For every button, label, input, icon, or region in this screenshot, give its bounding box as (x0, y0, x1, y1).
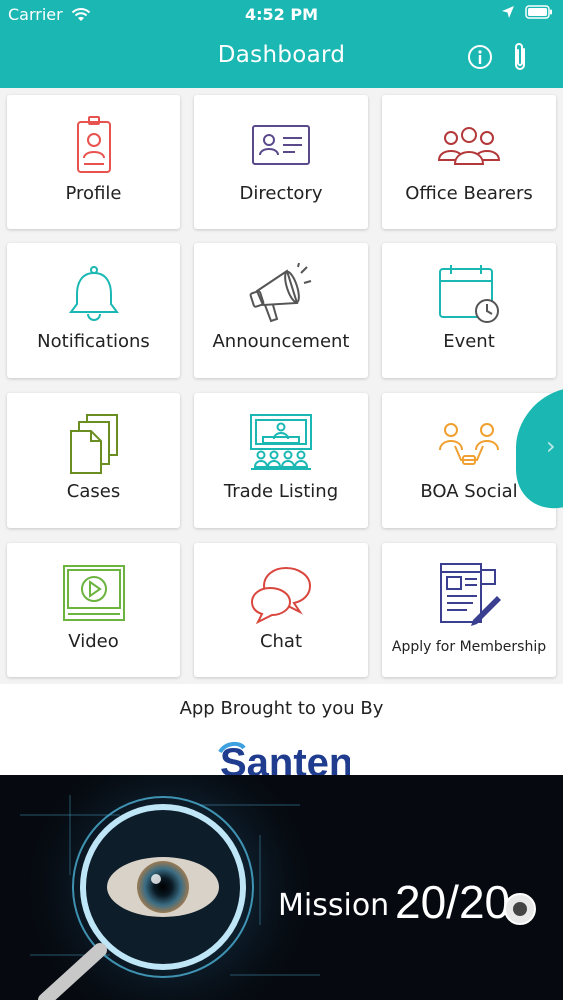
megaphone-icon (249, 263, 312, 323)
documents-icon (69, 414, 118, 474)
tile-label: Apply for Membership (391, 639, 547, 655)
tile-label: Chat (259, 631, 303, 652)
tile-directory[interactable]: Directory (194, 95, 368, 229)
santen-logo: Santen (218, 730, 350, 776)
contact-card-icon (252, 125, 310, 165)
paperclip-icon (515, 43, 525, 70)
presentation-icon (250, 414, 312, 470)
tile-label: Trade Listing (223, 481, 339, 502)
tile-label: Office Bearers (405, 183, 533, 204)
tile-label: Video (68, 631, 119, 652)
tile-label: Notifications (37, 331, 150, 352)
battery-icon (525, 5, 552, 19)
attachment-button[interactable] (505, 40, 535, 74)
chat-bubbles-icon (250, 566, 312, 624)
chevron-right-icon: › (546, 431, 556, 460)
tile-label: Event (443, 331, 495, 352)
mission-banner: 20/20 Mission (0, 775, 563, 1000)
location-arrow-icon (502, 6, 514, 18)
tile-profile[interactable]: Profile (7, 95, 180, 229)
menu-grid: Profile Directory Office Bearers Notific… (0, 88, 563, 684)
tile-cases[interactable]: Cases (7, 393, 180, 528)
tile-label: Profile (65, 183, 122, 204)
application-form-icon (440, 563, 501, 626)
app-header: Carrier 4:52 PM Dashboard (0, 0, 563, 88)
tile-trade-listing[interactable]: Trade Listing (194, 393, 368, 528)
status-bar: Carrier 4:52 PM (0, 0, 563, 30)
tile-label: Directory (239, 183, 323, 204)
tile-apply-membership[interactable]: Apply for Membership (382, 543, 556, 677)
mission-text: Mission (278, 888, 390, 923)
mission-number: 20/20 (395, 876, 510, 928)
tile-notifications[interactable]: Notifications (7, 243, 180, 378)
tile-office-bearers[interactable]: Office Bearers (382, 95, 556, 229)
tile-chat[interactable]: Chat (194, 543, 368, 677)
group-icon (437, 127, 501, 165)
sponsor-caption: App Brought to you By (179, 698, 384, 719)
tile-video[interactable]: Video (7, 543, 180, 677)
social-network-icon (439, 423, 499, 465)
info-button[interactable] (465, 40, 495, 74)
status-time: 4:52 PM (244, 5, 318, 24)
video-player-icon (62, 565, 125, 621)
status-right (501, 5, 553, 19)
tile-announcement[interactable]: Announcement (194, 243, 368, 378)
calendar-clock-icon (439, 265, 499, 323)
info-icon (468, 45, 492, 69)
tile-label: Cases (66, 481, 121, 502)
id-badge-icon (76, 116, 111, 173)
tile-label: Announcement (212, 331, 350, 352)
bell-icon (68, 266, 119, 321)
tile-event[interactable]: Event (382, 243, 556, 378)
